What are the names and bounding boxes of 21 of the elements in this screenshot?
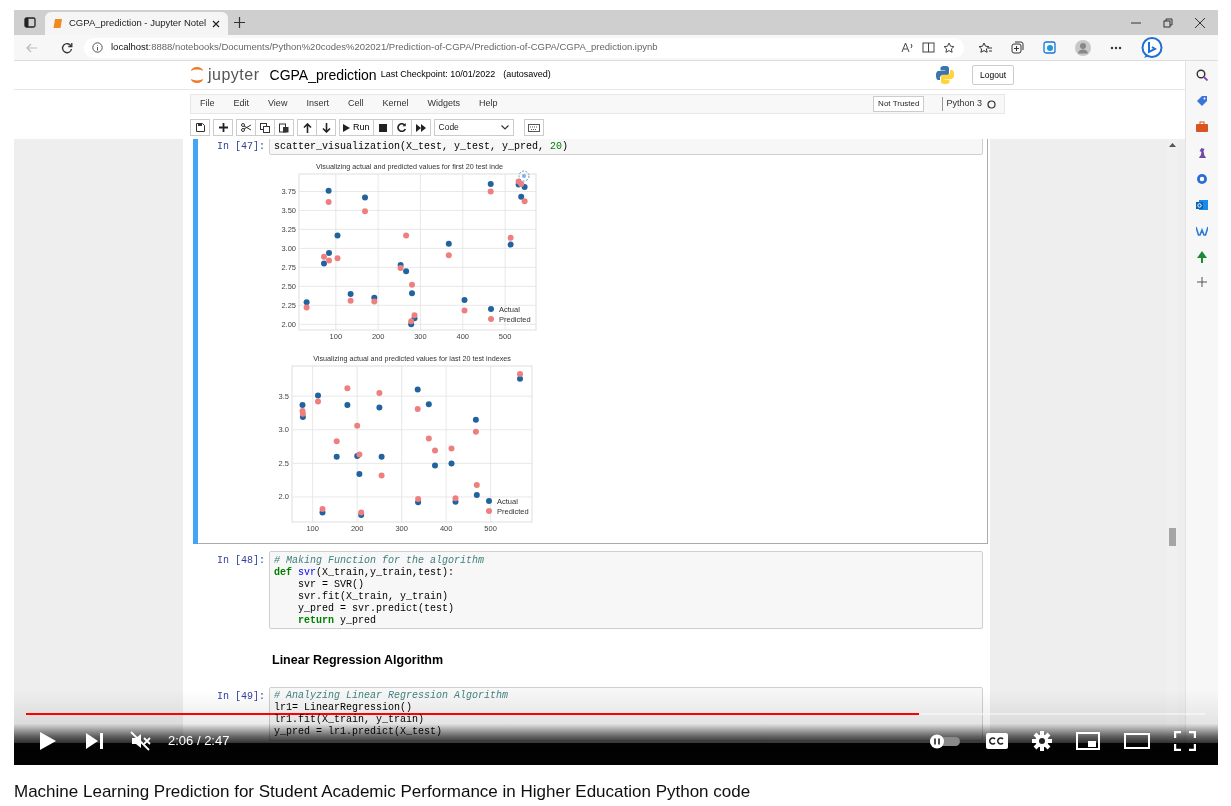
code-line: lr1= LinearRegression()	[274, 703, 414, 713]
cell-prompt: In [49]:	[216, 689, 266, 704]
autosave-status: (autosaved)	[503, 68, 551, 82]
video-time: 2:06 / 2:47	[168, 732, 230, 751]
code-line: # Analyzing Linear Regression Algorithm	[274, 691, 510, 701]
code-line: return y_pred	[297, 615, 378, 625]
kernel-name: Python 3	[946, 97, 982, 111]
code-line: y_pred = lr1.predict(X_test)	[274, 727, 444, 737]
code-line: # Making Function for the algorithm	[274, 555, 486, 565]
code-line: lr1.fit(X_train, y_train)	[274, 715, 426, 725]
cell-prompt: In [47]:	[216, 140, 266, 154]
markdown-heading: Linear Regression Algorithm	[272, 652, 445, 669]
cell-prompt: In [48]:	[216, 554, 266, 568]
video-title: Machine Learning Prediction for Student Academic Performance in Higher Education Python code	[14, 781, 751, 803]
code-line: svr.fit(X_train, y_train)	[297, 591, 450, 601]
checkpoint-text: Last Checkpoint: 10/01/2022	[380, 68, 496, 82]
code-line: scatter_visualization(X_test, y_test, y_pred, 20)	[274, 141, 570, 151]
code-line: y_pred = svr.predict(test)	[297, 603, 456, 613]
code-line: def svr(X_train,y_train,test):	[274, 567, 456, 577]
code-line: svr = SVR()	[297, 579, 365, 589]
tab-title: CGPA_prediction - Jupyter Notel	[69, 16, 207, 31]
